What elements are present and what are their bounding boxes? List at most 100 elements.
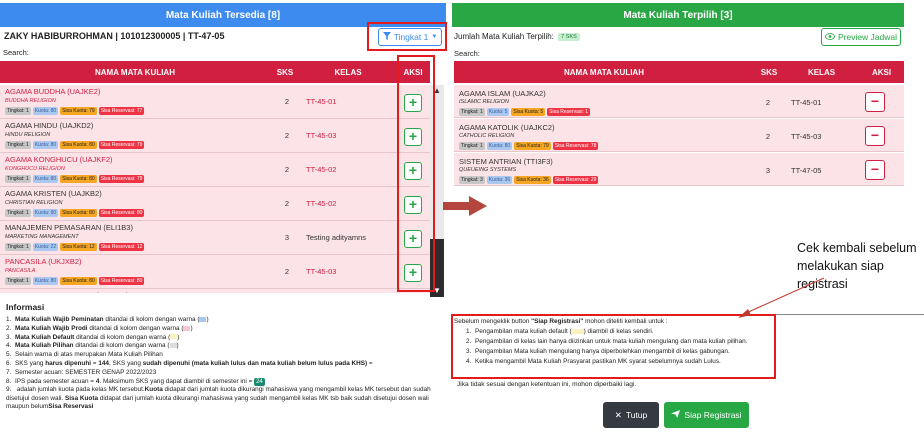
plus-icon: + [408, 94, 418, 110]
course-sks: 3 [765, 166, 771, 175]
remove-course-button[interactable]: − [865, 126, 885, 146]
sisa-reservasi-badge: Sisa Reservasi: 80 [98, 209, 145, 217]
course-sks: 2 [284, 165, 290, 174]
tingkat-filter-label: Tingkat 1 [393, 32, 429, 42]
sisa-reservasi-badge: Sisa Reservasi: 80 [98, 277, 145, 285]
course-kelas: TT-47-05 [791, 166, 822, 175]
note-item-text: Ketika mengambil Mata Kuliah Prasyarat p… [475, 358, 721, 365]
info-item-text: ditandai di kolom dengan warna ( [73, 342, 170, 350]
note-item-text: Pengambilan mata kuliah default ( [475, 328, 572, 335]
info-item-text: adalah jumlah kuota pada kelas MK terseb… [15, 386, 145, 394]
total-selected: Jumlah Mata Kuliah Terpilih: 7 SKS [454, 32, 580, 41]
scroll-up-icon[interactable]: ▲ [430, 85, 444, 97]
note-intro-text: Sebelum mengeklik button [454, 318, 532, 325]
info-item-number: 6. [6, 359, 12, 367]
minus-icon: − [870, 161, 880, 177]
note-item: 3. Pengambilan Mata kuliah mengulang hany… [466, 347, 772, 357]
course-name: MANAJEMEN PEMASARAN (ELI1B3) [5, 223, 133, 232]
available-course-list[interactable]: AGAMA BUDDHA (UAJKE2) BUDDHA RELIGION Ting… [0, 85, 430, 293]
sisa-kuota-badge: Sisa Kuota: 79 [60, 107, 97, 115]
note-intro-tail: mohon diteliti kembali untuk : [583, 318, 668, 325]
close-button[interactable]: ✕ Tutup [603, 402, 659, 428]
course-sks: 3 [284, 233, 290, 242]
info-item-number: 7. [6, 368, 12, 376]
callout-arrow-icon [738, 277, 825, 318]
add-course-button[interactable]: + [404, 264, 422, 282]
add-course-button[interactable]: + [404, 128, 422, 146]
list-scrollbar[interactable]: ▲ ▼ [430, 85, 444, 297]
info-item-text: . Maksimum SKS yang dapat diambil di sem… [99, 377, 255, 385]
remove-course-button[interactable]: − [865, 92, 885, 112]
course-sks: 2 [284, 199, 290, 208]
info-item-bold: sudah dipenuhi (mata kuliah lulus dan ma… [142, 359, 368, 367]
info-item-text: = [367, 359, 373, 367]
add-course-button[interactable]: + [404, 230, 422, 248]
scrollbar-thumb[interactable] [430, 85, 444, 239]
plus-icon: + [408, 196, 418, 212]
course-kelas: TT-45-03 [791, 132, 822, 141]
info-title: Informasi [6, 302, 45, 312]
info-item-number: 5. [6, 351, 12, 359]
course-badges: Tingkat: 1 Kuota: 22 Sisa Kuota: 12 Sisa Re… [5, 243, 145, 251]
siap-registrasi-button[interactable]: Siap Registrasi [664, 402, 749, 428]
note-item: 4. Ketika mengambil Mata Kuliah Prasyarat… [466, 357, 772, 367]
course-sks: 2 [765, 98, 771, 107]
note-item-text: ) diambil di kelas sendiri. [583, 328, 654, 335]
sisa-kuota-badge: Sisa Kuota: 36 [514, 176, 551, 184]
scroll-down-icon[interactable]: ▼ [430, 285, 444, 297]
tingkat-badge: Tingkat: 1 [5, 107, 31, 115]
course-kelas: TT-45-02 [306, 199, 337, 208]
course-subtitle: CHRISTIAN RELIGION [5, 200, 63, 206]
add-course-button[interactable]: + [404, 94, 422, 112]
preview-jadwal-button[interactable]: Preview Jadwal [821, 28, 901, 46]
add-course-button[interactable]: + [404, 162, 422, 180]
col-header-aksi: AKSI [403, 67, 423, 77]
student-info: ZAKY HABIBURROHMAN | 101012300005 | TT-4… [4, 31, 225, 41]
col-header-kelas: KELAS [334, 67, 362, 77]
sisa-reservasi-badge: Sisa Reservasi: 12 [98, 243, 145, 251]
siap-registrasi-label: Siap Registrasi [684, 410, 742, 420]
selected-courses-title: Mata Kuliah Terpilih [3] [452, 3, 904, 27]
info-item: 9. adalah jumlah kuota pada kelas MK ter… [6, 386, 442, 411]
table-row: AGAMA HINDU (UAJKD2) HINDU RELIGION Tingka… [0, 119, 430, 153]
course-name: PANCASILA (UKJXB2) [5, 257, 82, 266]
info-section: Informasi 1. Mata Kuliah Wajib Peminatan … [0, 300, 446, 434]
course-subtitle: MARKETING MANAGEMENT [5, 234, 79, 240]
info-item-bold: harus dipenuhi [45, 359, 92, 367]
course-badges: Tingkat: 1 Kuota: 80 Sisa Kuota: 80 Sisa Re… [5, 277, 145, 285]
note-item: 2. Pengambilan di kelas lain hanya diizin… [466, 337, 772, 347]
tingkat-badge: Tingkat: 1 [5, 277, 31, 285]
course-name: AGAMA KONGHUCU (UAJKF2) [5, 155, 113, 164]
info-item: 1. Mata Kuliah Wajib Peminatan ditandai d… [6, 316, 442, 324]
table-row: AGAMA ISLAM (UAJKA2) ISLAMIC RELIGION Ting… [454, 85, 904, 118]
kuota-badge: Kuota: 80 [32, 107, 59, 115]
info-item-bold: 144 [98, 359, 109, 367]
course-subtitle: QUEUEING SYSTEMS [459, 167, 517, 173]
course-sks: 2 [284, 97, 290, 106]
course-name: AGAMA KRISTEN (UAJKB2) [5, 189, 102, 198]
remove-course-button[interactable]: − [865, 160, 885, 180]
course-kelas: Testing adityamns [306, 233, 367, 242]
sisa-reservasi-badge: Sisa Reservasi: 1 [547, 108, 591, 116]
course-badges: Tingkat: 1 Kuota: 80 Sisa Kuota: 80 Sisa Re… [5, 175, 145, 183]
sisa-kuota-badge: Sisa Kuota: 5 [511, 108, 546, 116]
info-item-text: IPS pada semester acuan = [15, 377, 96, 385]
tingkat-filter-button[interactable]: Tingkat 1 ▼ [378, 28, 442, 46]
available-table-header: NAMA MATA KULIAH SKS KELAS AKSI [0, 61, 430, 83]
table-row: AGAMA KRISTEN (UAJKB2) CHRISTIAN RELIGION… [0, 187, 430, 221]
info-item-bold: Mata Kuliah Wajib Prodi [15, 324, 88, 332]
add-course-button[interactable]: + [404, 196, 422, 214]
sisa-reservasi-badge: Sisa Reservasi: 77 [98, 107, 145, 115]
tingkat-badge: Tingkat: 1 [459, 108, 485, 116]
sisa-kuota-badge: Sisa Kuota: 80 [60, 175, 97, 183]
info-item-text: ditandai di kolom dengan warna ( [87, 324, 184, 332]
selected-table-header: NAMA MATA KULIAH SKS KELAS AKSI [454, 61, 904, 83]
available-courses-title: Mata Kuliah Tersedia [8] [0, 3, 446, 27]
info-item-number: 2. [6, 324, 12, 332]
note-item: 1. Pengambilan mata kuliah default () dia… [466, 327, 772, 337]
eye-icon [824, 32, 835, 42]
info-item-bold: Mata Kuliah Pilihan [15, 342, 74, 350]
info-item-bold: Sisa Kuota [64, 394, 99, 402]
info-item: 8. IPS pada semester acuan = 4. Maksimum … [6, 377, 442, 386]
table-row: AGAMA KONGHUCU (UAJKF2) KONGHUCU RELIGION… [0, 153, 430, 187]
